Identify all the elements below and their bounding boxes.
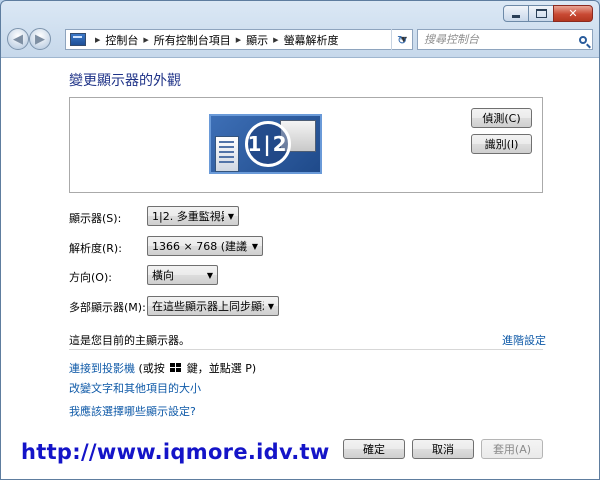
which-settings-link[interactable]: 我應該選擇哪些顯示設定?: [69, 403, 196, 419]
maximize-icon: [535, 9, 547, 18]
main-display-status: 這是您目前的主顯示器。: [69, 334, 190, 347]
orientation-label: 方向(O):: [69, 271, 112, 284]
apply-button[interactable]: 套用(A): [481, 439, 543, 459]
navigation-bar: ◀ ▶ ▶ 控制台 ▶ 所有控制台項目 ▶ 顯示 ▶ 螢幕解析度 ▼ ↻: [7, 28, 593, 52]
breadcrumb-screen-resolution[interactable]: 螢幕解析度: [284, 32, 339, 48]
page-title: 變更顯示器的外觀: [69, 73, 181, 89]
content-pane: 變更顯示器的外觀 1|2 偵測(C) 識別(I) 顯示器(S): 1|2. 多重…: [1, 57, 599, 479]
search-input[interactable]: [422, 32, 576, 47]
close-icon: ✕: [568, 7, 578, 20]
minimize-icon: [512, 14, 520, 18]
forward-button[interactable]: ▶: [29, 28, 51, 50]
search-icon[interactable]: [579, 35, 587, 44]
control-panel-icon: [70, 33, 86, 46]
orientation-select-value: 橫向: [152, 269, 174, 282]
monitor-preview-area: 1|2 偵測(C) 識別(I): [69, 97, 543, 193]
monitor-thumbnail[interactable]: 1|2: [209, 114, 322, 174]
display-select-value: 1|2. 多重監視器: [152, 210, 224, 223]
detect-button[interactable]: 偵測(C): [471, 108, 532, 128]
multiple-displays-select[interactable]: 在這些顯示器上同步顯示 ▼: [147, 296, 279, 316]
breadcrumb-separator-icon[interactable]: ▶: [236, 36, 241, 44]
ok-button[interactable]: 確定: [343, 439, 405, 459]
back-button[interactable]: ◀: [7, 28, 29, 50]
multiple-displays-select-value: 在這些顯示器上同步顯示: [152, 300, 264, 313]
identify-button[interactable]: 識別(I): [471, 134, 532, 154]
windows-logo-icon: [170, 363, 182, 373]
caption-buttons: ✕: [503, 5, 593, 22]
resolution-select[interactable]: 1366 × 768 (建議) ▼: [147, 236, 263, 256]
maximize-button[interactable]: [528, 5, 554, 22]
breadcrumb-all-items[interactable]: 所有控制台項目: [154, 32, 231, 48]
display-label: 顯示器(S):: [69, 212, 122, 225]
breadcrumb-display[interactable]: 顯示: [246, 32, 268, 48]
breadcrumb-separator-icon[interactable]: ▶: [95, 36, 100, 44]
orientation-select[interactable]: 橫向 ▼: [147, 265, 218, 285]
monitor-number-label: 1|2: [245, 121, 291, 167]
multiple-displays-label: 多部顯示器(M):: [69, 301, 146, 314]
breadcrumb-control-panel[interactable]: 控制台: [105, 32, 138, 48]
minimize-button[interactable]: [503, 5, 529, 22]
refresh-icon: ↻: [396, 32, 408, 47]
address-bar[interactable]: ▶ 控制台 ▶ 所有控制台項目 ▶ 顯示 ▶ 螢幕解析度 ▼: [65, 29, 413, 50]
projector-hint-suffix: 鍵，並點選 P): [183, 362, 257, 375]
back-arrow-icon: ◀: [13, 31, 23, 47]
breadcrumb-separator-icon[interactable]: ▶: [273, 36, 278, 44]
advanced-settings-link[interactable]: 進階設定: [502, 332, 546, 348]
connect-projector-link[interactable]: 連接到投影機: [69, 362, 135, 375]
search-box[interactable]: [417, 29, 593, 50]
projector-hint-prefix: (或按: [135, 362, 169, 375]
screen-resolution-window: ✕ ◀ ▶ ▶ 控制台 ▶ 所有控制台項目 ▶ 顯示 ▶ 螢幕解析度 ▼ ↻ 變…: [0, 0, 600, 480]
monitor-window-icon: [215, 136, 239, 172]
display-select[interactable]: 1|2. 多重監視器 ▼: [147, 206, 239, 226]
refresh-button[interactable]: ↻: [391, 29, 412, 50]
chevron-down-icon: ▼: [251, 241, 259, 251]
watermark-url: http://www.iqmore.idv.tw: [21, 440, 330, 464]
chevron-down-icon: ▼: [227, 211, 235, 221]
resolution-label: 解析度(R):: [69, 242, 122, 255]
chevron-down-icon: ▼: [206, 270, 214, 280]
divider: [69, 349, 543, 350]
resolution-select-value: 1366 × 768 (建議): [152, 240, 248, 253]
forward-arrow-icon: ▶: [35, 31, 45, 47]
cancel-button[interactable]: 取消: [412, 439, 474, 459]
breadcrumb-separator-icon[interactable]: ▶: [143, 36, 148, 44]
close-button[interactable]: ✕: [553, 5, 593, 22]
chevron-down-icon: ▼: [267, 301, 275, 311]
projector-line: 連接到投影機 (或按 鍵，並點選 P): [69, 360, 256, 376]
text-size-link[interactable]: 改變文字和其他項目的大小: [69, 380, 201, 396]
